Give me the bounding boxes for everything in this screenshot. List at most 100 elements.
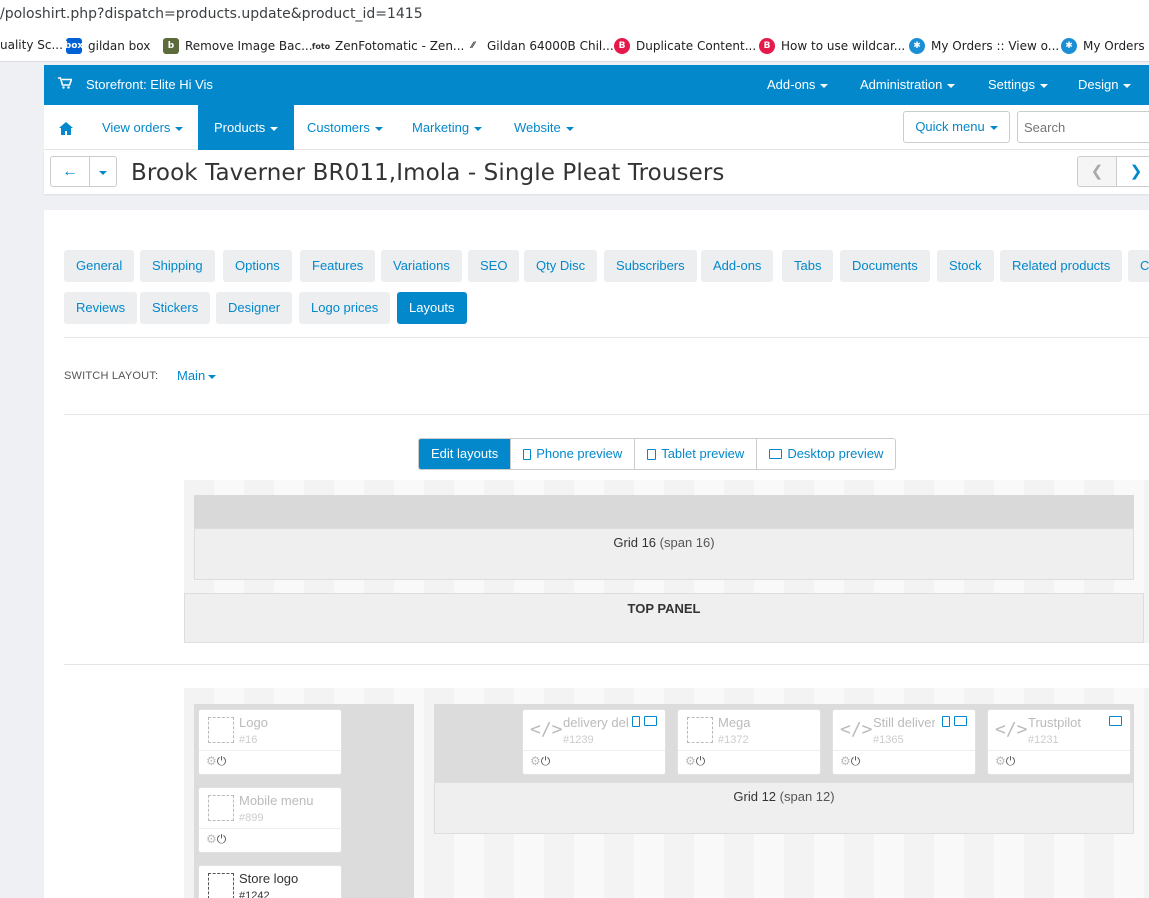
address-bar[interactable]: /poloshirt.php?dispatch=products.update&…: [0, 0, 1149, 30]
power-icon[interactable]: ⏻: [217, 832, 227, 846]
nav-customers[interactable]: Customers: [307, 105, 383, 150]
tab-variations[interactable]: Variations: [381, 250, 462, 282]
nav-label: Customers: [307, 120, 370, 135]
phone-icon: [523, 448, 532, 460]
block-mega[interactable]: Mega #1372 ⚙⏻: [677, 709, 821, 775]
page-title-bar: ← Brook Taverner BR011,Imola - Single Pl…: [44, 150, 1149, 194]
gear-icon[interactable]: ⚙: [995, 754, 1006, 768]
bookmark-zenfotomatic[interactable]: foto ZenFotomatic - Zen...: [312, 38, 464, 54]
switch-layout-dropdown[interactable]: Main: [177, 368, 217, 383]
admin-top-bar: Storefront: Elite Hi Vis Add-ons Adminis…: [44, 65, 1149, 105]
gear-icon[interactable]: ⚙: [206, 832, 217, 846]
nav-website[interactable]: Website: [514, 105, 574, 150]
desktop-preview-button[interactable]: Desktop preview: [756, 439, 896, 469]
power-icon[interactable]: ⏻: [541, 754, 551, 768]
block-id: #1231: [1028, 734, 1059, 746]
phone-preview-label: Phone preview: [536, 446, 623, 461]
block-trustpilot[interactable]: </> Trustpilot #1231 ⚙⏻: [987, 709, 1131, 775]
block-actions: ⚙⏻: [988, 750, 1130, 774]
tab-stickers[interactable]: Stickers: [140, 292, 211, 324]
history-dropdown-button[interactable]: [89, 156, 117, 187]
nav-view-orders[interactable]: View orders: [102, 105, 184, 150]
grid-12[interactable]: Grid 12 (span 12): [434, 782, 1134, 834]
block-store-logo[interactable]: Store logo #1242: [198, 865, 342, 898]
bookmark-my-orders-2[interactable]: ✱ My Orders ::: [1061, 38, 1149, 54]
prev-product-button[interactable]: ❮: [1077, 156, 1117, 187]
tab-more[interactable]: C: [1128, 250, 1149, 282]
storefront-switcher[interactable]: Storefront: Elite Hi Vis: [58, 77, 213, 92]
block-logo[interactable]: Logo #16 ⚙⏻: [198, 709, 342, 775]
block-actions: ⚙⏻: [523, 750, 665, 774]
tab-seo[interactable]: SEO: [468, 250, 520, 282]
bookmark-my-orders[interactable]: ✱ My Orders :: View o...: [909, 38, 1059, 54]
tab-related-products[interactable]: Related products: [1000, 250, 1123, 282]
switch-layout-label: SWITCH LAYOUT:: [64, 370, 159, 382]
gear-icon[interactable]: ⚙: [685, 754, 696, 768]
power-icon[interactable]: ⏻: [696, 754, 706, 768]
nav-products[interactable]: Products: [198, 105, 295, 150]
tab-layouts[interactable]: Layouts: [397, 292, 467, 324]
gear-icon[interactable]: ⚙: [530, 754, 541, 768]
menu-administration[interactable]: Administration: [860, 77, 956, 92]
tab-options[interactable]: Options: [223, 250, 292, 282]
edit-layouts-label: Edit layouts: [431, 446, 499, 461]
home-icon[interactable]: [59, 105, 73, 150]
bookmarks-bar: uality Sc... box gildan box b Remove Image…: [0, 30, 1149, 62]
next-product-button[interactable]: ❯: [1116, 156, 1149, 187]
bookmark-remove-image[interactable]: b Remove Image Bac...: [163, 38, 313, 54]
block-id: #1372: [718, 734, 749, 746]
tab-qty-disc[interactable]: Qty Disc: [524, 250, 598, 282]
tab-addons[interactable]: Add-ons: [701, 250, 774, 282]
block-mobile-menu[interactable]: Mobile menu #899 ⚙⏻: [198, 787, 342, 853]
power-icon[interactable]: ⏻: [217, 754, 227, 768]
block-delivery[interactable]: </> delivery del #1239 ⚙⏻: [522, 709, 666, 775]
desktop-preview-label: Desktop preview: [787, 446, 884, 461]
tablet-preview-button[interactable]: Tablet preview: [634, 439, 757, 469]
bookmark-gildan-64000b[interactable]: ⁄⁄ Gildan 64000B Chil...: [465, 38, 614, 54]
tab-features[interactable]: Features: [300, 250, 376, 282]
top-panel[interactable]: TOP PANEL: [184, 593, 1144, 643]
tab-shipping[interactable]: Shipping: [140, 250, 215, 282]
block-actions: ⚙⏻: [678, 750, 820, 774]
menu-settings[interactable]: Settings: [988, 77, 1048, 92]
grid-16[interactable]: Grid 16 (span 16): [194, 528, 1134, 580]
gear-icon[interactable]: ⚙: [840, 754, 851, 768]
back-button[interactable]: ←: [50, 156, 90, 187]
caret-down-icon: [374, 126, 383, 131]
tab-tabs[interactable]: Tabs: [782, 250, 834, 282]
tab-logo-prices[interactable]: Logo prices: [299, 292, 391, 324]
grid-16-drop-area[interactable]: [194, 495, 1134, 529]
tab-reviews[interactable]: Reviews: [64, 292, 138, 324]
tab-documents[interactable]: Documents: [840, 250, 930, 282]
block-still-delivering[interactable]: </> Still deliveri #1365 ⚙⏻: [832, 709, 976, 775]
chevron-right-icon: ❯: [1129, 163, 1143, 180]
tab-subscribers[interactable]: Subscribers: [604, 250, 697, 282]
bookmark-quality[interactable]: uality Sc...: [0, 38, 63, 52]
bookmark-wildcard[interactable]: B How to use wildcar...: [759, 38, 905, 54]
bookmark-gildan-box[interactable]: box gildan box: [65, 38, 150, 54]
switch-layout-value: Main: [177, 368, 206, 383]
block-placeholder-icon: [208, 717, 234, 743]
gear-icon[interactable]: ⚙: [206, 754, 217, 768]
quick-menu-button[interactable]: Quick menu: [903, 111, 1010, 143]
power-icon[interactable]: ⏻: [851, 754, 861, 768]
menu-addons[interactable]: Add-ons: [767, 77, 829, 92]
edit-layouts-button[interactable]: Edit layouts: [419, 439, 511, 469]
block-name: Store logo: [239, 871, 299, 886]
tab-stock[interactable]: Stock: [937, 250, 994, 282]
tab-designer[interactable]: Designer: [216, 292, 293, 324]
code-icon: </>: [995, 719, 1028, 740]
phone-preview-button[interactable]: Phone preview: [510, 439, 635, 469]
main-container: Logo #16 ⚙⏻ Mobile menu #899 ⚙⏻ Store lo…: [184, 688, 1149, 898]
admin-sub-nav: View orders Products Customers Marketing…: [44, 105, 1149, 150]
search-input[interactable]: [1017, 111, 1149, 143]
menu-design[interactable]: Design: [1078, 77, 1132, 92]
desktop-icon: [644, 716, 657, 726]
bookmark-duplicate-content[interactable]: B Duplicate Content...: [614, 38, 756, 54]
nav-marketing[interactable]: Marketing: [412, 105, 483, 150]
storefront-label: Storefront: Elite Hi Vis: [86, 77, 213, 92]
caret-down-icon: [270, 126, 279, 131]
power-icon[interactable]: ⏻: [1006, 754, 1016, 768]
bookmark-label: My Orders ::: [1083, 39, 1149, 53]
tab-general[interactable]: General: [64, 250, 135, 282]
